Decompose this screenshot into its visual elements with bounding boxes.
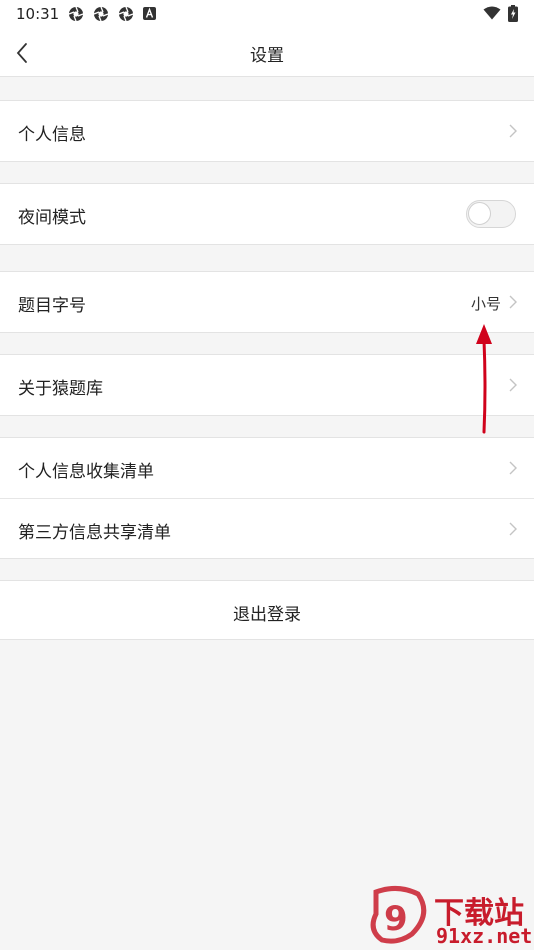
aperture-icon [118,6,134,22]
aperture-icon [68,6,84,22]
battery-charging-icon [508,5,518,22]
settings-group-font-size: 题目字号 小号 [0,271,534,333]
toggle-knob [468,202,491,225]
night-mode-toggle[interactable] [466,200,516,228]
svg-text:9: 9 [384,899,408,939]
about-label: 关于猿题库 [18,379,103,399]
third-party-sharing-label: 第三方信息共享清单 [18,523,171,543]
logout-label: 退出登录 [233,605,301,625]
navigation-bar: 设置 [0,28,534,77]
settings-group-night-mode: 夜间模式 [0,183,534,245]
logout-button[interactable]: 退出登录 [0,580,534,640]
chevron-right-icon [509,124,517,138]
settings-group-privacy: 个人信息收集清单 第三方信息共享清单 [0,437,534,559]
about-row[interactable]: 关于猿题库 [0,355,534,415]
night-mode-label: 夜间模式 [18,208,86,228]
font-size-row[interactable]: 题目字号 小号 [0,272,534,332]
personal-info-row[interactable]: 个人信息 [0,101,534,161]
chevron-right-icon [509,295,517,309]
chevron-right-icon [509,522,517,536]
settings-group-profile: 个人信息 [0,100,534,162]
personal-info-label: 个人信息 [18,125,86,145]
font-size-value: 小号 [470,295,501,313]
night-mode-row: 夜间模式 [0,184,534,244]
chevron-right-icon [509,378,517,392]
status-bar: 10:31 [0,0,534,28]
status-time: 10:31 [16,5,60,23]
a-badge-icon [143,7,159,23]
settings-group-about: 关于猿题库 [0,354,534,416]
info-collection-row[interactable]: 个人信息收集清单 [0,438,534,498]
page-title: 设置 [250,46,284,66]
watermark-url: 91xz.net [436,924,533,948]
chevron-right-icon [509,461,517,475]
info-collection-label: 个人信息收集清单 [18,462,154,482]
third-party-sharing-row[interactable]: 第三方信息共享清单 [0,498,534,558]
red-arrow-annotation [476,324,492,434]
aperture-icon [93,6,109,22]
wifi-icon [483,6,501,22]
font-size-label: 题目字号 [18,296,86,316]
